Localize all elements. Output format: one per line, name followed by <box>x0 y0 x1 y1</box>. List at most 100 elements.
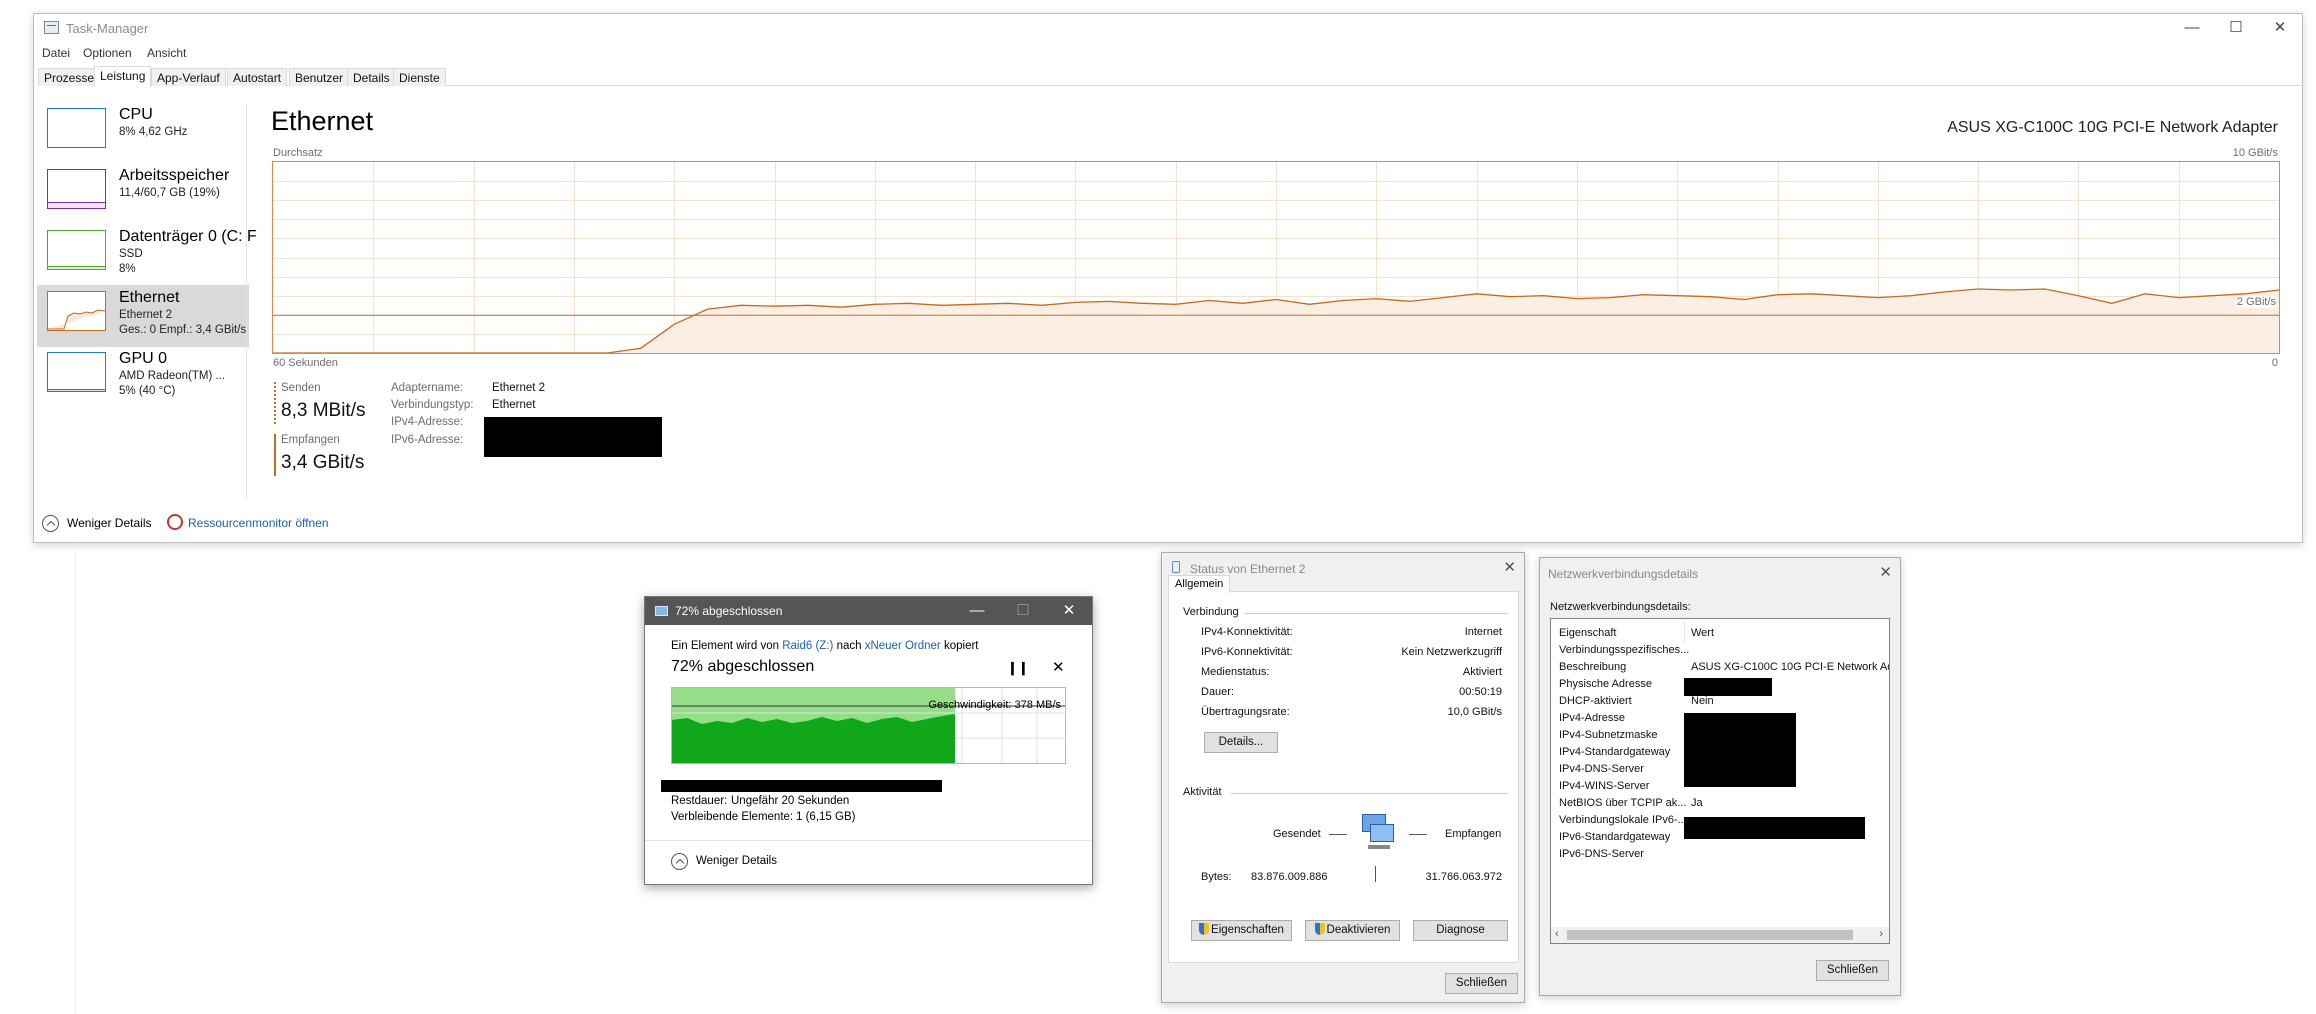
tab-benutzer[interactable]: Benutzer <box>289 68 350 86</box>
resource-monitor-link[interactable]: Ressourcenmonitor öffnen <box>188 516 329 530</box>
column-header-property[interactable]: Eigenschaft <box>1559 627 1616 639</box>
chart-time-label: 60 Sekunden <box>273 357 338 369</box>
sidebar-item-detail: AMD Radeon(TM) ... <box>119 370 226 382</box>
tab-dienste[interactable]: Dienste <box>393 68 446 86</box>
row-key: Dauer: <box>1201 686 1235 698</box>
scrollbar-thumb[interactable] <box>1567 930 1853 940</box>
chevron-up-icon[interactable] <box>42 515 59 532</box>
task-manager-window: Task-Manager — ☐ ✕ Datei Optionen Ansich… <box>33 13 2303 543</box>
netdetails-close-icon[interactable]: ✕ <box>1879 563 1892 581</box>
send-label: Senden <box>281 382 321 394</box>
background-window-edge <box>75 543 76 1014</box>
disk-thumbnail <box>47 230 106 270</box>
tab-allgemein[interactable]: Allgemein <box>1168 575 1231 593</box>
chevron-up-icon[interactable] <box>671 853 688 870</box>
fewer-details-link[interactable]: Weniger Details <box>67 516 151 530</box>
adapter-name-value: Ethernet 2 <box>492 382 546 394</box>
status-close-button[interactable]: Schließen <box>1445 973 1518 994</box>
copy-percent-label: 72% abgeschlossen <box>671 658 815 675</box>
cancel-copy-icon[interactable]: ✕ <box>1052 658 1065 676</box>
close-button[interactable]: ✕ <box>2258 14 2302 42</box>
tab-autostart[interactable]: Autostart <box>227 68 288 86</box>
redacted-ipv4-block <box>1684 713 1796 787</box>
column-divider <box>1684 622 1685 642</box>
properties-button[interactable]: Eigenschaften <box>1191 920 1292 941</box>
network-icon <box>1172 561 1180 573</box>
throughput-chart: 2 GBit/s <box>272 161 2280 354</box>
network-computers-icon <box>1356 812 1396 856</box>
status-title: Status von Ethernet 2 <box>1190 562 1306 576</box>
diagnose-button[interactable]: Diagnose <box>1413 920 1508 941</box>
maximize-button[interactable]: ☐ <box>2214 14 2258 42</box>
group-line <box>1245 613 1508 614</box>
details-button[interactable]: Details... <box>1204 732 1278 753</box>
copy-source-link[interactable]: Raid6 (Z:) <box>782 640 833 652</box>
netdetails-list[interactable]: Eigenschaft Wert Verbindungsspezifisches… <box>1550 618 1890 944</box>
send-value: 8,3 MBit/s <box>281 400 366 421</box>
row-value: 00:50:19 <box>1459 686 1502 698</box>
minimize-button[interactable]: — <box>2170 14 2214 42</box>
sidebar-item-name: GPU 0 <box>119 350 168 367</box>
received-label: Empfangen <box>1445 828 1502 840</box>
status-close-icon[interactable]: ✕ <box>1503 558 1516 576</box>
copy-minimize-button[interactable]: — <box>954 597 1000 625</box>
column-header-value[interactable]: Wert <box>1691 627 1714 639</box>
remaining-time-value: Ungefähr 20 Sekunden <box>731 795 850 807</box>
sidebar-item-gpu[interactable]: GPU 0 AMD Radeon(TM) ... 5% (40 °C) <box>37 346 249 408</box>
sidebar-item-disk[interactable]: Datenträger 0 (C: F SSD 8% <box>37 224 257 286</box>
chart-mid-label: 2 GBit/s <box>2236 296 2276 308</box>
tab-app-verlauf[interactable]: App-Verlauf <box>151 68 226 86</box>
detail-row-key: IPv4-WINS-Server <box>1559 780 1650 792</box>
disable-label: Deaktivieren <box>1326 924 1391 936</box>
title-bar[interactable]: Task-Manager — ☐ ✕ <box>34 14 2302 42</box>
sidebar-item-memory[interactable]: Arbeitsspeicher 11,4/60,7 GB (19%) <box>37 163 249 225</box>
shield-icon <box>1199 923 1210 935</box>
send-legend-bar <box>274 382 276 424</box>
horizontal-scrollbar[interactable]: ‹ › <box>1551 927 1889 943</box>
remaining-time-label: Restdauer: <box>671 795 728 807</box>
disable-button[interactable]: Deaktivieren <box>1305 920 1400 941</box>
resource-monitor-icon <box>167 514 183 530</box>
detail-row-key: IPv4-Standardgateway <box>1559 746 1671 758</box>
bytes-label: Bytes: <box>1201 871 1232 883</box>
scroll-left-icon[interactable]: ‹ <box>1555 928 1559 940</box>
task-manager-icon <box>44 21 59 34</box>
remaining-items-value: 1 (6,15 GB) <box>796 811 856 823</box>
menu-ansicht[interactable]: Ansicht <box>147 46 186 60</box>
chart-y-label: Durchsatz <box>273 147 323 159</box>
redacted-ipv6 <box>1684 817 1865 839</box>
copy-title: 72% abgeschlossen <box>675 604 783 618</box>
sidebar-item-detail: Ges.: 0 Empf.: 3,4 GBit/s <box>119 324 247 336</box>
sidebar-item-detail: 8% <box>119 263 136 275</box>
cpu-thumbnail <box>47 108 106 148</box>
copy-divider <box>645 840 1092 841</box>
network-details-dialog: Netzwerkverbindungsdetails ✕ Netzwerkver… <box>1539 557 1901 996</box>
tab-details[interactable]: Details <box>347 68 396 86</box>
copy-progress-dialog: 72% abgeschlossen — ☐ ✕ Ein Element wird… <box>644 596 1093 885</box>
sidebar-item-ethernet[interactable]: Ethernet Ethernet 2 Ges.: 0 Empf.: 3,4 G… <box>37 285 249 347</box>
sidebar-item-name: CPU <box>119 106 153 123</box>
redacted-mac <box>1684 678 1772 696</box>
pause-icon[interactable]: ❙❙ <box>1007 660 1029 676</box>
scroll-right-icon[interactable]: › <box>1879 928 1883 940</box>
tab-prozesse[interactable]: Prozesse <box>38 68 101 86</box>
copy-fewer-details[interactable]: Weniger Details <box>696 855 777 867</box>
adapter-name-key: Adaptername: <box>391 382 464 394</box>
copy-close-button[interactable]: ✕ <box>1046 597 1092 625</box>
menu-optionen[interactable]: Optionen <box>83 46 132 60</box>
sidebar-divider <box>246 104 247 499</box>
sidebar-item-detail: Ethernet 2 <box>119 309 173 321</box>
sent-label: Gesendet <box>1273 828 1321 840</box>
tab-leistung[interactable]: Leistung <box>94 66 152 87</box>
menu-datei[interactable]: Datei <box>42 46 70 60</box>
copy-target-link[interactable]: xNeuer Ordner <box>865 640 941 652</box>
copy-title-bar[interactable]: 72% abgeschlossen — ☐ ✕ <box>645 597 1092 625</box>
window-title: Task-Manager <box>66 21 149 36</box>
copy-maximize-button: ☐ <box>1016 602 1030 619</box>
detail-row-key: Verbindungsspezifisches... <box>1559 644 1690 656</box>
sidebar-item-cpu[interactable]: CPU 8% 4,62 GHz <box>37 102 249 164</box>
netdetails-title: Netzwerkverbindungsdetails <box>1548 567 1699 581</box>
detail-row-key: IPv4-Subnetzmaske <box>1559 729 1658 741</box>
redacted-file-name <box>661 780 942 792</box>
netdetails-close-button[interactable]: Schließen <box>1816 960 1889 981</box>
